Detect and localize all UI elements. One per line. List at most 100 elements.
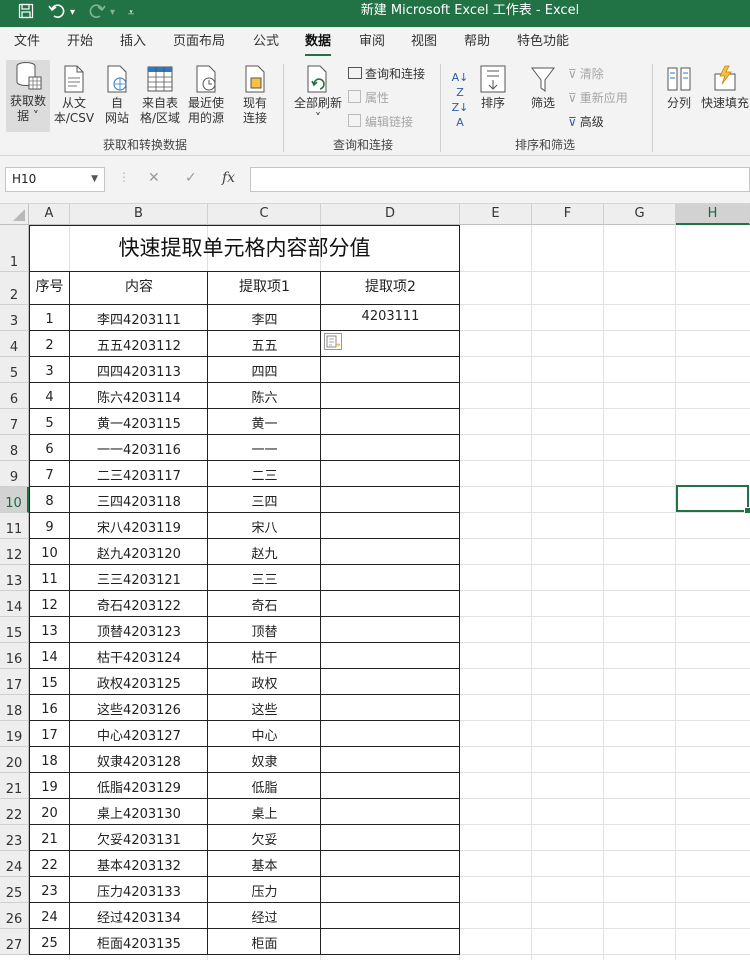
cell-item1[interactable]: 中心 <box>208 721 321 747</box>
cell-item2[interactable] <box>321 513 460 539</box>
row-header-9[interactable]: 9 <box>0 461 29 487</box>
cell-content[interactable]: 中心4203127 <box>70 721 208 747</box>
name-box-dropdown-icon[interactable]: ▼ <box>91 168 98 191</box>
cell-content[interactable]: 四四4203113 <box>70 357 208 383</box>
cancel-icon[interactable]: ✕ <box>148 170 160 186</box>
cell-item2[interactable] <box>321 695 460 721</box>
cell-item2[interactable] <box>321 617 460 643</box>
enter-icon[interactable]: ✓ <box>185 170 197 186</box>
select-all-corner[interactable] <box>0 204 29 225</box>
cell-seq[interactable]: 23 <box>29 877 70 903</box>
cell-item1[interactable]: 欠妥 <box>208 825 321 851</box>
tab-insert[interactable]: 插入 <box>120 33 146 51</box>
redo-dropdown-icon[interactable]: ▾ <box>110 3 115 23</box>
row-header-14[interactable]: 14 <box>0 591 29 617</box>
cell-item1[interactable]: 奴隶 <box>208 747 321 773</box>
row-header-13[interactable]: 13 <box>0 565 29 591</box>
cell-seq[interactable]: 25 <box>29 929 70 955</box>
text-to-columns-button[interactable]: 分列 <box>662 64 696 111</box>
row-header-17[interactable]: 17 <box>0 669 29 695</box>
cell-item1[interactable]: 五五 <box>208 331 321 357</box>
row-header-12[interactable]: 12 <box>0 539 29 565</box>
cell-item1[interactable]: 顶替 <box>208 617 321 643</box>
cell-item2[interactable] <box>321 461 460 487</box>
from-web-button[interactable]: 自 网站 <box>98 64 136 126</box>
cell-item2[interactable] <box>321 591 460 617</box>
cell-content[interactable]: 一一4203116 <box>70 435 208 461</box>
row-header-15[interactable]: 15 <box>0 617 29 643</box>
column-header-h[interactable]: H <box>676 204 750 225</box>
cell-content[interactable]: 柜面4203135 <box>70 929 208 955</box>
cell-item2[interactable] <box>321 799 460 825</box>
cell-item2[interactable]: 4203111 <box>321 305 460 331</box>
from-text-csv-button[interactable]: 从文 本/CSV <box>52 64 96 126</box>
properties-button[interactable]: 属性 <box>348 90 389 106</box>
cell-content[interactable]: 桌上4203130 <box>70 799 208 825</box>
cell-item1[interactable]: 压力 <box>208 877 321 903</box>
row-header-7[interactable]: 7 <box>0 409 29 435</box>
row-header-18[interactable]: 18 <box>0 695 29 721</box>
cell-item1[interactable]: 经过 <box>208 903 321 929</box>
row-header-6[interactable]: 6 <box>0 383 29 409</box>
cell-item2[interactable] <box>321 383 460 409</box>
cell-content[interactable]: 欠妥4203131 <box>70 825 208 851</box>
row-header-20[interactable]: 20 <box>0 747 29 773</box>
cell-item2[interactable] <box>321 825 460 851</box>
cell-item2[interactable] <box>321 565 460 591</box>
cell-content[interactable]: 黄一4203115 <box>70 409 208 435</box>
cell-seq[interactable]: 22 <box>29 851 70 877</box>
row-header-3[interactable]: 3 <box>0 305 29 331</box>
sort-ascending-button[interactable]: A↓ Z <box>450 70 470 100</box>
header-content[interactable]: 内容 <box>70 272 208 305</box>
cell-seq[interactable]: 8 <box>29 487 70 513</box>
clear-filter-button[interactable]: ⊽ 清除 <box>568 66 604 82</box>
cell-item1[interactable]: 低脂 <box>208 773 321 799</box>
cell-item2[interactable] <box>321 903 460 929</box>
column-header-a[interactable]: A <box>29 204 70 225</box>
get-data-button[interactable]: 获取数 据 ˅ <box>6 60 50 132</box>
cell-item1[interactable]: 桌上 <box>208 799 321 825</box>
existing-connections-button[interactable]: 现有 连接 <box>236 64 274 126</box>
cell-seq[interactable]: 20 <box>29 799 70 825</box>
cell-content[interactable]: 赵九4203120 <box>70 539 208 565</box>
cell-content[interactable]: 低脂4203129 <box>70 773 208 799</box>
tab-formulas[interactable]: 公式 <box>253 33 279 51</box>
cell-content[interactable]: 枯干4203124 <box>70 643 208 669</box>
cell-seq[interactable]: 15 <box>29 669 70 695</box>
cell-seq[interactable]: 11 <box>29 565 70 591</box>
cell-content[interactable]: 压力4203133 <box>70 877 208 903</box>
cell-content[interactable]: 李四4203111 <box>70 305 208 331</box>
cell-item1[interactable]: 二三 <box>208 461 321 487</box>
selected-cell-h10[interactable] <box>676 485 750 514</box>
row-header-1[interactable]: 1 <box>0 225 29 272</box>
cell-seq[interactable]: 17 <box>29 721 70 747</box>
cell-item2[interactable] <box>321 929 460 955</box>
cell-item2[interactable] <box>321 773 460 799</box>
cell-item1[interactable]: 宋八 <box>208 513 321 539</box>
sort-descending-button[interactable]: Z↓ A <box>450 100 470 130</box>
cell-content[interactable]: 奴隶4203128 <box>70 747 208 773</box>
cell-item1[interactable]: 奇石 <box>208 591 321 617</box>
cell-item2[interactable] <box>321 539 460 565</box>
cell-item2[interactable] <box>321 487 460 513</box>
column-header-b[interactable]: B <box>70 204 208 225</box>
cell-content[interactable]: 宋八4203119 <box>70 513 208 539</box>
cell-content[interactable]: 三四4203118 <box>70 487 208 513</box>
cell-item1[interactable]: 基本 <box>208 851 321 877</box>
cell-item1[interactable]: 三三 <box>208 565 321 591</box>
tab-page-layout[interactable]: 页面布局 <box>173 33 225 51</box>
undo-dropdown-icon[interactable]: ▾ <box>70 3 75 23</box>
cell-content[interactable]: 政权4203125 <box>70 669 208 695</box>
cell-item2[interactable] <box>321 435 460 461</box>
cell-item2[interactable] <box>321 851 460 877</box>
row-header-16[interactable]: 16 <box>0 643 29 669</box>
cell-seq[interactable]: 13 <box>29 617 70 643</box>
cell-content[interactable]: 这些4203126 <box>70 695 208 721</box>
cell-seq[interactable]: 6 <box>29 435 70 461</box>
tab-view[interactable]: 视图 <box>411 33 437 51</box>
cell-item1[interactable]: 柜面 <box>208 929 321 955</box>
cell-seq[interactable]: 16 <box>29 695 70 721</box>
cell-seq[interactable]: 14 <box>29 643 70 669</box>
cell-seq[interactable]: 9 <box>29 513 70 539</box>
column-header-c[interactable]: C <box>208 204 321 225</box>
